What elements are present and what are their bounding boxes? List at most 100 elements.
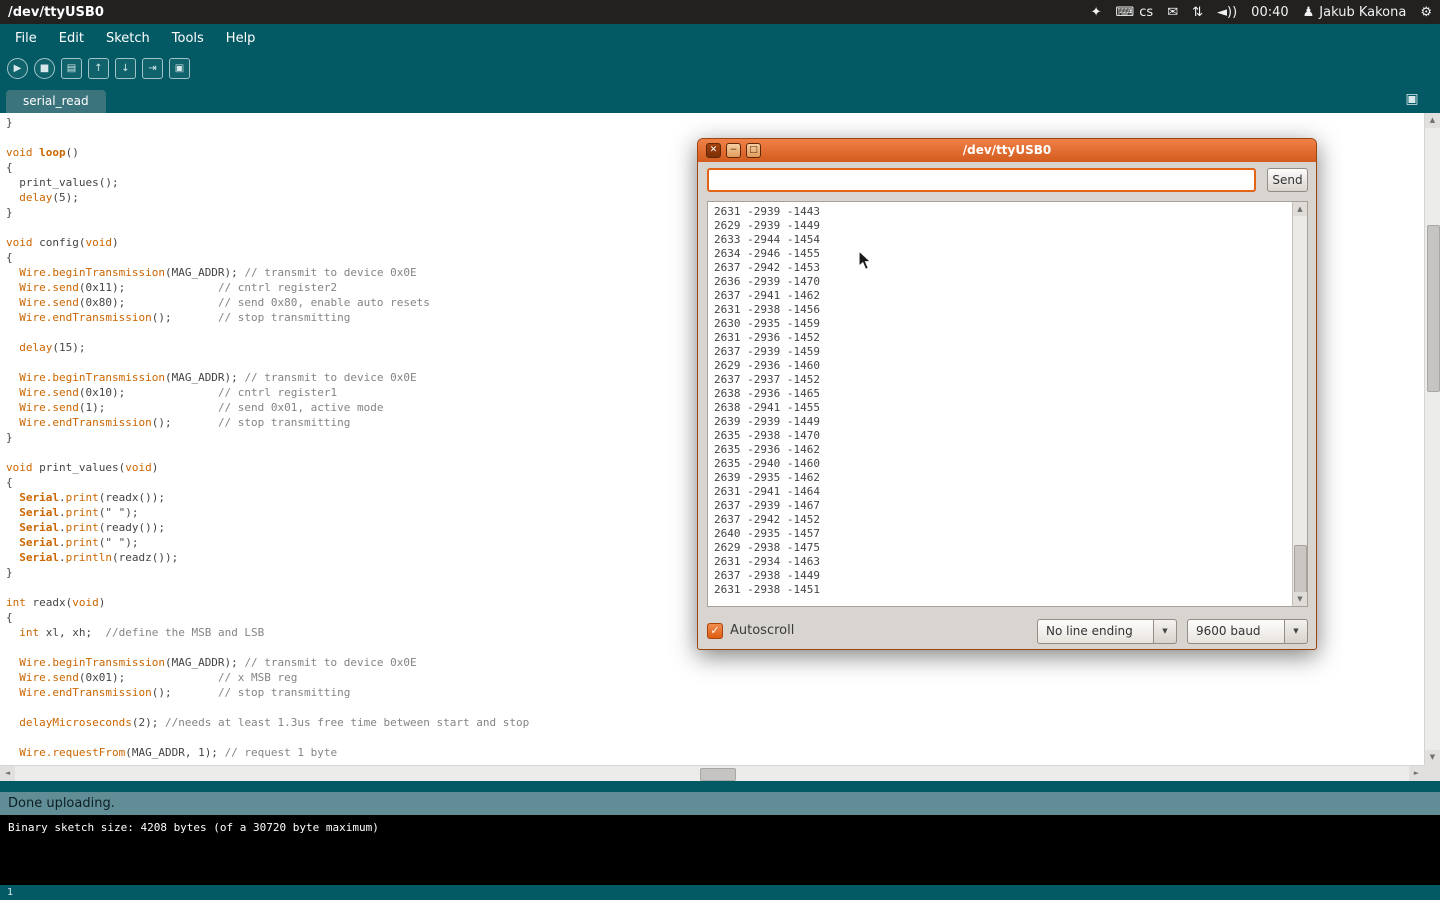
code-line: {: [6, 475, 529, 490]
vertical-scroll-thumb[interactable]: [1427, 225, 1440, 392]
tab-menu-button[interactable]: ▣: [1402, 89, 1422, 109]
mouse-cursor: [858, 250, 872, 271]
code-line: print_values();: [6, 175, 529, 190]
code-line: Wire.send(0x01); // x MSB reg: [6, 670, 529, 685]
menu-file[interactable]: File: [4, 26, 48, 51]
code-line: int xl, xh; //define the MSB and LSB: [6, 625, 529, 640]
code-line: void config(void): [6, 235, 529, 250]
serial-data-line: 2637 -2937 -1452: [714, 373, 1286, 387]
serial-data-line: 2637 -2938 -1449: [714, 569, 1286, 583]
scrollbar-corner: [1424, 765, 1440, 781]
scroll-right-arrow-icon[interactable]: ►: [1409, 766, 1424, 781]
scroll-left-arrow-icon[interactable]: ◄: [0, 766, 15, 781]
code-line: Wire.beginTransmission(MAG_ADDR); // tra…: [6, 655, 529, 670]
close-icon[interactable]: ✕: [706, 143, 721, 158]
serial-data-line: 2637 -2939 -1459: [714, 345, 1286, 359]
editor-vertical-scrollbar[interactable]: ▲ ▼: [1424, 113, 1440, 765]
serial-scroll-up-icon[interactable]: ▲: [1293, 202, 1307, 216]
code-line: Wire.beginTransmission(MAG_ADDR); // tra…: [6, 370, 529, 385]
send-button[interactable]: Send: [1267, 168, 1308, 192]
menu-edit[interactable]: Edit: [48, 26, 95, 51]
clock[interactable]: 00:40: [1251, 5, 1288, 20]
network-icon[interactable]: ⇅: [1192, 5, 1203, 20]
code-line: Serial.print(ready());: [6, 520, 529, 535]
keyboard-icon: ⌨: [1116, 5, 1135, 20]
code-line: [6, 325, 529, 340]
keyboard-layout-label: cs: [1139, 5, 1153, 20]
code-line: Wire.endTransmission(); // stop transmit…: [6, 415, 529, 430]
serial-send-input[interactable]: [707, 168, 1256, 192]
code-line: Wire.beginTransmission(MAG_ADDR); // tra…: [6, 265, 529, 280]
verify-button[interactable]: ▶: [7, 58, 28, 79]
user-menu[interactable]: ♟ Jakub Kakona: [1303, 5, 1407, 20]
code-line: void print_values(void): [6, 460, 529, 475]
serial-data-line: 2631 -2936 -1452: [714, 331, 1286, 345]
serial-data-line: 2637 -2942 -1452: [714, 513, 1286, 527]
serial-data-line: 2634 -2946 -1455: [714, 247, 1286, 261]
session-gear-icon[interactable]: ⚙: [1420, 5, 1432, 20]
serial-scroll-down-icon[interactable]: ▼: [1293, 592, 1307, 606]
tab-serial-read[interactable]: serial_read: [6, 90, 106, 113]
serial-data-line: 2633 -2944 -1454: [714, 233, 1286, 247]
status-message: Done uploading.: [8, 796, 115, 811]
serial-data-line: 2631 -2938 -1451: [714, 583, 1286, 597]
new-sketch-button[interactable]: ▤: [61, 58, 82, 79]
serial-scrollbar[interactable]: ▲ ▼: [1292, 202, 1307, 606]
toolbar: ▶ ■ ▤ ↑ ↓ ⇥ ▣: [0, 52, 1440, 85]
mail-icon[interactable]: ✉: [1167, 5, 1178, 20]
serial-data-line: 2629 -2939 -1449: [714, 219, 1286, 233]
code-line: delay(5);: [6, 190, 529, 205]
line-number: 1: [7, 887, 13, 898]
code-line: [6, 700, 529, 715]
serial-monitor-titlebar[interactable]: ✕ − □ /dev/ttyUSB0: [698, 139, 1316, 162]
dropbox-icon[interactable]: ✦: [1091, 5, 1102, 20]
line-ending-dropdown-icon[interactable]: ▼: [1154, 619, 1177, 644]
serial-data-line: 2629 -2938 -1475: [714, 541, 1286, 555]
code-line: Wire.send(0x10); // cntrl register1: [6, 385, 529, 400]
system-tray: ✦ ⌨ cs ✉ ⇅ ◄)) 00:40 ♟ Jakub Kakona ⚙: [1091, 5, 1432, 20]
serial-data-line: 2630 -2935 -1459: [714, 317, 1286, 331]
baud-dropdown-icon[interactable]: ▼: [1285, 619, 1308, 644]
serial-scroll-thumb[interactable]: [1294, 545, 1307, 597]
serial-data-line: 2640 -2935 -1457: [714, 527, 1286, 541]
code-line: Serial.println(readz());: [6, 550, 529, 565]
scroll-up-arrow-icon[interactable]: ▲: [1425, 113, 1440, 128]
status-bar: Done uploading.: [0, 792, 1440, 815]
window-controls: ✕ − □: [706, 143, 761, 158]
tab-bar: serial_read ▣: [0, 85, 1440, 113]
autoscroll-label: Autoscroll: [730, 623, 794, 638]
serial-monitor-button[interactable]: ▣: [169, 58, 190, 79]
scroll-down-arrow-icon[interactable]: ▼: [1425, 750, 1440, 765]
menu-help[interactable]: Help: [215, 26, 267, 51]
serial-data-line: 2637 -2942 -1453: [714, 261, 1286, 275]
stop-button[interactable]: ■: [34, 58, 55, 79]
serial-data-line: 2635 -2936 -1462: [714, 443, 1286, 457]
menu-tools[interactable]: Tools: [161, 26, 215, 51]
serial-output: 2631 -2939 -14432629 -2939 -14492633 -29…: [708, 202, 1292, 606]
minimize-icon[interactable]: −: [726, 143, 741, 158]
serial-monitor-body: Send 2631 -2939 -14432629 -2939 -1449263…: [698, 162, 1316, 649]
code-line: }: [6, 115, 529, 130]
open-sketch-button[interactable]: ↑: [88, 58, 109, 79]
save-sketch-button[interactable]: ↓: [115, 58, 136, 79]
editor-horizontal-scrollbar[interactable]: ◄ ►: [0, 765, 1424, 781]
upload-button[interactable]: ⇥: [142, 58, 163, 79]
check-icon: ✓: [710, 624, 719, 637]
horizontal-scroll-thumb[interactable]: [700, 768, 736, 781]
menu-sketch[interactable]: Sketch: [95, 26, 161, 51]
serial-data-line: 2631 -2941 -1464: [714, 485, 1286, 499]
code-line: Serial.print(" ");: [6, 505, 529, 520]
maximize-icon[interactable]: □: [746, 143, 761, 158]
line-ending-select[interactable]: No line ending ▼: [1037, 619, 1177, 644]
autoscroll-checkbox[interactable]: ✓: [707, 623, 723, 639]
baud-rate-select[interactable]: 9600 baud ▼: [1187, 619, 1308, 644]
volume-icon[interactable]: ◄)): [1217, 5, 1237, 20]
code-line: delay(15);: [6, 340, 529, 355]
serial-data-line: 2631 -2934 -1463: [714, 555, 1286, 569]
code-line: }: [6, 565, 529, 580]
serial-monitor-window: ✕ − □ /dev/ttyUSB0 Send 2631 -2939 -1443…: [697, 138, 1317, 650]
keyboard-indicator[interactable]: ⌨ cs: [1116, 5, 1154, 20]
serial-data-line: 2639 -2939 -1449: [714, 415, 1286, 429]
serial-monitor-title: /dev/ttyUSB0: [698, 139, 1316, 162]
code-line: Wire.endTransmission(); // stop transmit…: [6, 310, 529, 325]
